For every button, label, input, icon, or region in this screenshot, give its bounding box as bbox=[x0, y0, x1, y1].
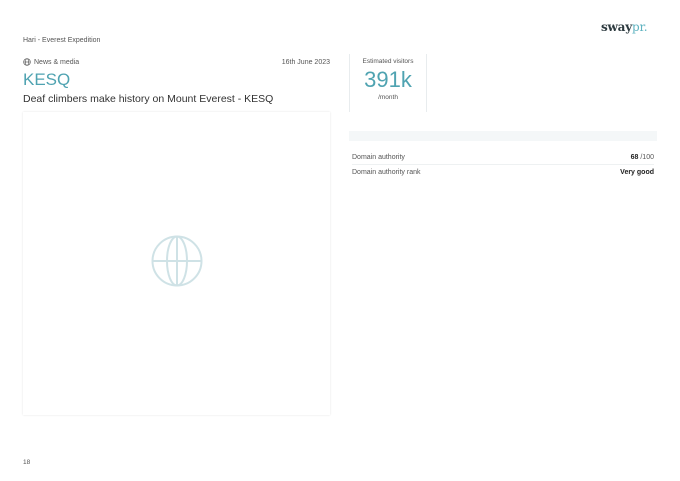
page-number: 18 bbox=[23, 459, 31, 466]
article-image-placeholder bbox=[23, 112, 330, 415]
visitors-value: 391k bbox=[364, 67, 412, 92]
stats-header-band bbox=[349, 131, 657, 141]
article-meta: News & media 16th June 2023 bbox=[23, 58, 330, 66]
stat-domain-authority: Domain authority 68 /100 bbox=[352, 154, 654, 165]
article-headline[interactable]: Deaf climbers make history on Mount Ever… bbox=[23, 93, 273, 105]
brand-logo: swaypr. bbox=[601, 20, 648, 34]
globe-icon bbox=[23, 58, 31, 66]
stat-label: Domain authority rank bbox=[352, 169, 421, 176]
globe-icon bbox=[151, 235, 203, 287]
article-date: 16th June 2023 bbox=[281, 58, 330, 66]
visitors-label: Estimated visitors bbox=[362, 58, 414, 65]
visitors-unit: /month bbox=[378, 94, 398, 101]
outlet-name: KESQ bbox=[23, 70, 71, 89]
stat-value: 68 /100 bbox=[630, 154, 654, 161]
visitors-card: Estimated visitors 391k /month bbox=[349, 54, 427, 112]
category: News & media bbox=[23, 58, 79, 66]
stat-domain-authority-rank: Domain authority rank Very good bbox=[352, 169, 654, 179]
breadcrumb: Hari - Everest Expedition bbox=[23, 37, 101, 44]
category-label: News & media bbox=[34, 58, 80, 66]
stat-value: Very good bbox=[620, 169, 654, 176]
stat-label: Domain authority bbox=[352, 154, 405, 161]
